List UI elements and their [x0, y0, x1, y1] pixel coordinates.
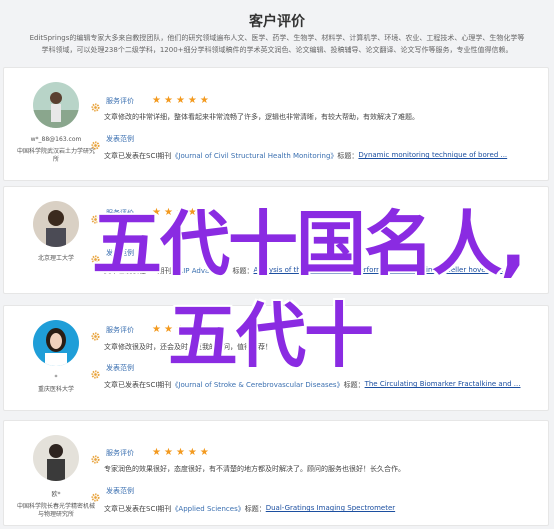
intro-line-2: 学科领域，可以处理238个二级学科，1200+细分学科领域稿件的学术英文润色、论…: [41, 46, 513, 54]
star-icon: ★: [199, 95, 209, 106]
avatar: [33, 435, 79, 481]
avatar: [33, 201, 79, 247]
reviewer-university: 重庆医科大学: [37, 386, 74, 393]
publication-info: 文章已发表在SCI期刊 《Journal of Stroke & Cerebro…: [104, 380, 521, 390]
reviewer-info: * 重庆医科大学: [16, 320, 96, 394]
journal-name[interactable]: 《Journal of Stroke & Cerebrovascular Dis…: [171, 380, 343, 390]
paper-title-link[interactable]: Dynamic monitoring technique of bored ..…: [358, 151, 507, 161]
star-icon: ★: [199, 447, 209, 458]
gear-icon: [91, 487, 100, 502]
star-icon: ★: [163, 95, 173, 106]
gear-icon: [91, 326, 100, 341]
star-icon: ★: [152, 324, 161, 335]
published-example-label: 发表范例: [106, 364, 134, 372]
review-card: w*_88@163.com 中国科学院武汉岩土力学研究所 服务评价 ★ ★ ★ ★ ★ …: [3, 67, 549, 181]
publication-row: 发表范例: [91, 362, 134, 379]
reviewer-email: 欧*: [51, 491, 61, 498]
gear-icon: [91, 449, 100, 464]
reviewer-email: *: [54, 374, 58, 381]
publication-row: 发表范例: [91, 133, 134, 150]
intro-line-1: EditSprings的编辑专家大多来自教授团队，他们的研究领域遍布人文、医学、…: [29, 34, 525, 42]
star-icon: ★: [152, 95, 161, 106]
star-rating: ★ ★ ★ ★ ★: [152, 96, 212, 106]
avatar: [33, 320, 79, 366]
published-example-label: 发表范例: [106, 135, 134, 143]
reviewer-email: w*_88@163.com: [30, 136, 82, 143]
publication-info: 文章已发表在SCI期刊 《Applied Sciences》 标题： Dual-…: [104, 504, 395, 514]
review-comment: 专家润色的效果很好，态度很好，有不清楚的地方都及时解决了。顾问的服务也很好！长久…: [104, 465, 405, 473]
publication-info: 文章已发表在SCI期刊 《Journal of Civil Structural…: [104, 151, 507, 161]
title-label: 标题：: [244, 505, 266, 513]
published-example-label: 发表范例: [106, 487, 134, 495]
star-icon: ★: [163, 447, 173, 458]
star-icon: ★: [187, 95, 197, 106]
gear-icon: [91, 364, 100, 379]
reviewer-info: 北京理工大学: [16, 201, 96, 263]
star-rating: ★ ★ ★ ★ ★: [152, 448, 212, 458]
page-header: 客户评价 EditSprings的编辑专家大多来自教授团队，他们的研究领域遍布人…: [0, 0, 554, 62]
review-comment: 文章修改的非常详细，整体看起来非常流畅了许多，逻辑也非常清晰，有较大帮助，有效解…: [104, 113, 419, 121]
review-card: 欧* 中国科学院长春光学精密机械与物理研究所 服务评价 ★ ★ ★ ★ ★ 专家润色的效…: [3, 420, 549, 526]
title-label: 标题：: [343, 381, 365, 389]
gear-icon: [91, 97, 100, 112]
reviewer-university: 北京理工大学: [37, 255, 74, 262]
watermark-line-1: 五代十国名人,: [92, 203, 527, 285]
reviewer-university: 中国科学院武汉岩土力学研究所: [16, 148, 95, 163]
title-label: 标题：: [337, 152, 359, 160]
star-icon: ★: [175, 447, 185, 458]
service-review-label: 服务评价: [106, 449, 134, 457]
publication-prefix: 文章已发表在SCI期刊: [104, 505, 172, 513]
star-icon: ★: [152, 447, 161, 458]
paper-title-link[interactable]: Dual-Gratings Imaging Spectrometer: [266, 504, 395, 514]
watermark-line-2: 五代十: [168, 295, 374, 377]
service-rating-row: 服务评价 ★ ★ ★ ★ ★: [91, 95, 212, 112]
publication-prefix: 文章已发表在SCI期刊: [104, 152, 172, 160]
avatar: [33, 82, 79, 128]
journal-name[interactable]: 《Journal of Civil Structural Health Moni…: [171, 151, 337, 161]
service-rating-row: 服务评价 ★ ★ ★ ★ ★: [91, 447, 212, 464]
paper-title-link[interactable]: The Circulating Biomarker Fractalkine an…: [365, 380, 521, 390]
page-title: 客户评价: [249, 14, 305, 30]
service-review-label: 服务评价: [106, 97, 134, 105]
star-icon: ★: [175, 95, 185, 106]
reviewer-info: w*_88@163.com 中国科学院武汉岩土力学研究所: [16, 82, 96, 164]
reviewer-university: 中国科学院长春光学精密机械与物理研究所: [16, 503, 95, 518]
star-icon: ★: [187, 447, 197, 458]
journal-name[interactable]: 《Applied Sciences》: [171, 504, 244, 514]
reviewer-info: 欧* 中国科学院长春光学精密机械与物理研究所: [16, 435, 96, 519]
service-review-label: 服务评价: [106, 326, 134, 334]
publication-prefix: 文章已发表在SCI期刊: [104, 381, 172, 389]
publication-row: 发表范例: [91, 485, 134, 502]
gear-icon: [91, 135, 100, 150]
